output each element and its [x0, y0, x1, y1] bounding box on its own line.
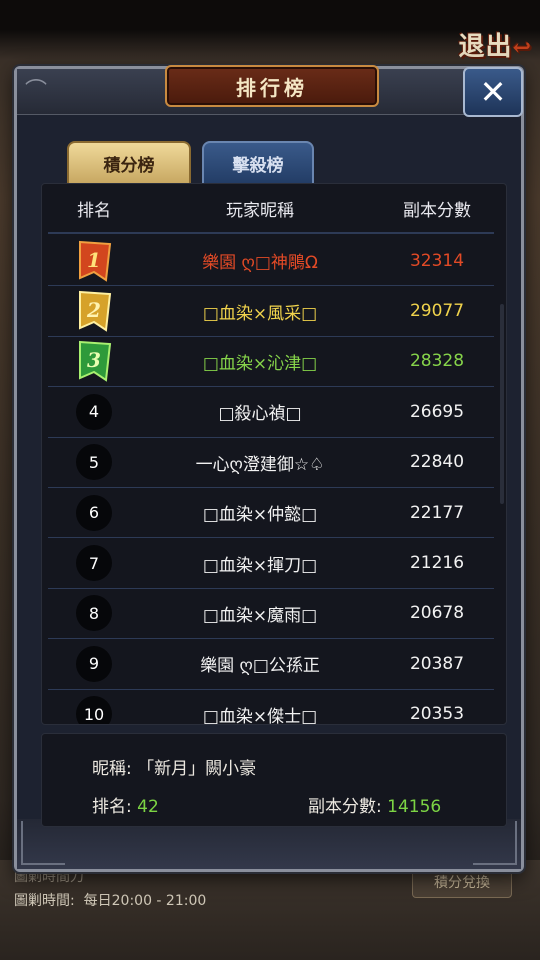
ranking-table[interactable]: 排名 玩家昵稱 副本分數 1 樂園 ღ□神鵰Ω 32314 2 □血染×風采□ 29077… [41, 183, 507, 725]
rank-number: 10 [76, 696, 112, 724]
my-nickname: 「新月」闕小豪 [137, 759, 257, 779]
corner-ornament-icon [21, 821, 65, 865]
player-name: □血染×魔雨□ [202, 605, 318, 626]
player-score: 20387 [409, 653, 465, 674]
table-row[interactable]: 9 樂園 ღ□公孫正 20387 [48, 639, 494, 690]
leaderboard-dialog: ⌒ 排行榜 ✕ 積分榜 擊殺榜 排名 玩家昵稱 副本分數 1 樂園 ღ□神鵰Ω 32… [14, 65, 524, 872]
tab-label: 積分榜 [103, 155, 155, 176]
rank-number: 5 [76, 444, 112, 481]
player-score: 29077 [409, 301, 465, 322]
rank-cell: 6 [48, 494, 140, 531]
player-score: 32314 [409, 250, 465, 271]
close-icon: ✕ [479, 73, 507, 111]
header-rank: 排名 [77, 200, 111, 221]
player-name: □血染×沁津□ [202, 353, 318, 374]
back-arrow-icon: ↩ [512, 35, 532, 61]
rank-cell: 3 [48, 340, 140, 383]
player-name: 樂園 ღ□神鵰Ω [202, 253, 318, 274]
player-name: □血染×風采□ [202, 303, 318, 324]
player-score: 28328 [409, 351, 465, 372]
rank-number: 7 [76, 545, 112, 582]
table-row[interactable]: 7 □血染×揮刀□ 21216 [48, 538, 494, 589]
header-name: 玩家昵稱 [226, 200, 294, 221]
tab-label: 擊殺榜 [232, 155, 284, 176]
rank-cell: 10 [48, 696, 140, 724]
scrollbar[interactable] [500, 304, 504, 504]
table-row[interactable]: 5 一心ღ澄建御☆♤ 22840 [48, 438, 494, 488]
title-plate: 排行榜 [165, 65, 379, 107]
table-row[interactable]: 4 □殺心禎□ 26695 [48, 387, 494, 438]
player-score: 26695 [409, 401, 465, 422]
exit-label: 退出 [458, 32, 513, 62]
my-rank-panel: 昵稱: 「新月」闕小豪 排名: 42 副本分數: 14156 [41, 733, 507, 827]
corner-ornament-icon [473, 821, 517, 865]
rank-flag-icon: 3 [74, 340, 114, 383]
rank-cell: 5 [48, 444, 140, 481]
rank-flag-icon: 2 [74, 290, 114, 332]
table-row[interactable]: 8 □血染×魔雨□ 20678 [48, 589, 494, 640]
table-body[interactable]: 1 樂園 ღ□神鵰Ω 32314 2 □血染×風采□ 29077 3 □血染×沁津□ 28328… [48, 236, 494, 724]
tab-points[interactable]: 積分榜 [67, 141, 191, 185]
my-nickname-label: 昵稱: [92, 759, 132, 779]
my-score-value: 14156 [387, 797, 442, 817]
ornament-icon: ⌒ [25, 79, 48, 104]
player-name: 一心ღ澄建御☆♤ [195, 454, 325, 475]
rank-number: 9 [76, 645, 112, 682]
my-rank-label: 排名: [92, 797, 132, 817]
background-time-text: 圖剿時間: 每日20:00 - 21:00 [14, 893, 207, 909]
header-score: 副本分數 [403, 200, 471, 221]
table-row[interactable]: 10 □血染×傑士□ 20353 [48, 690, 494, 724]
player-score: 22177 [409, 502, 465, 523]
player-score: 20353 [409, 704, 465, 724]
rank-cell: 1 [48, 240, 140, 282]
table-row[interactable]: 1 樂園 ღ□神鵰Ω 32314 [48, 236, 494, 287]
my-score-line: 副本分數: 14156 [308, 792, 441, 817]
rank-cell: 4 [48, 393, 140, 430]
player-score: 20678 [409, 603, 465, 624]
rank-cell: 9 [48, 645, 140, 682]
table-row[interactable]: 2 □血染×風采□ 29077 [48, 286, 494, 337]
table-row[interactable]: 3 □血染×沁津□ 28328 [48, 337, 494, 388]
rank-number: 6 [76, 494, 112, 531]
my-score-label: 副本分數: [308, 797, 382, 817]
exit-button[interactable]: 退出↩ [459, 26, 532, 63]
rank-number: 4 [76, 393, 112, 430]
my-rank-value: 42 [137, 797, 159, 817]
rank-cell: 7 [48, 545, 140, 582]
my-rank-line: 排名: 42 [92, 792, 159, 817]
table-row[interactable]: 6 □血染×仲懿□ 22177 [48, 488, 494, 539]
rank-cell: 2 [48, 290, 140, 332]
tab-kills[interactable]: 擊殺榜 [202, 141, 314, 185]
player-score: 21216 [409, 553, 465, 574]
rank-cell: 8 [48, 595, 140, 632]
rank-number: 2 [87, 298, 101, 323]
table-header: 排名 玩家昵稱 副本分數 [48, 184, 494, 234]
player-name: □血染×仲懿□ [202, 505, 318, 526]
player-name: □殺心禎□ [218, 404, 302, 425]
dialog-title: 排行榜 [236, 75, 308, 100]
rank-flag-icon: 1 [74, 240, 114, 282]
my-nickname-line: 昵稱: 「新月」闕小豪 [92, 754, 256, 779]
exchange-button[interactable]: 積分兌換 [412, 868, 512, 898]
rank-number: 1 [87, 247, 101, 272]
player-name: □血染×揮刀□ [202, 555, 318, 576]
close-button[interactable]: ✕ [463, 67, 523, 117]
rank-number: 3 [87, 348, 101, 373]
player-name: 樂園 ღ□公孫正 [200, 656, 320, 677]
rank-number: 8 [76, 595, 112, 632]
player-name: □血染×傑士□ [202, 706, 318, 724]
player-score: 22840 [409, 452, 465, 473]
